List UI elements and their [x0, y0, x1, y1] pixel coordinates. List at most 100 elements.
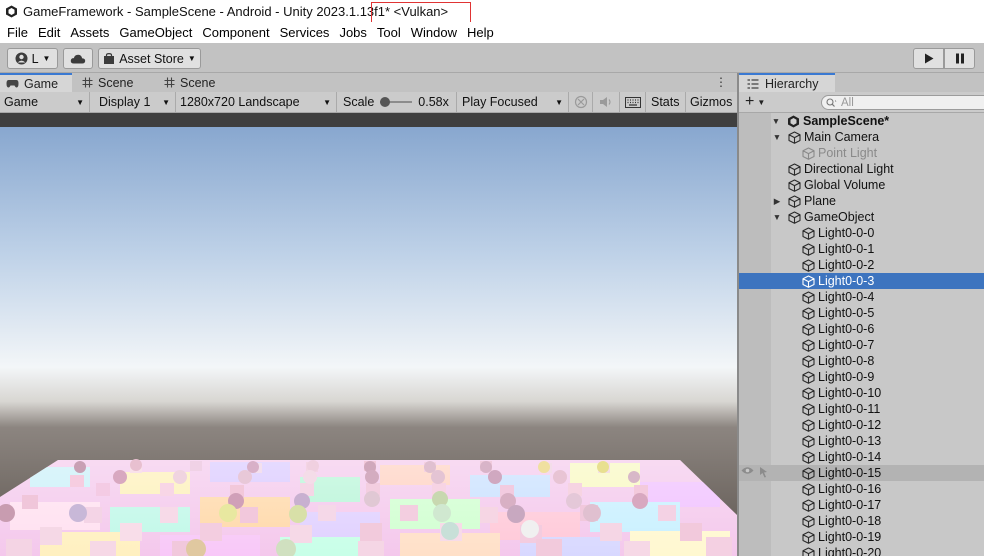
- play-icon: [924, 53, 934, 64]
- hierarchy-item[interactable]: Light0-0-8: [739, 353, 984, 369]
- hierarchy-item[interactable]: Light0-0-7: [739, 337, 984, 353]
- hierarchy-item[interactable]: Light0-0-11: [739, 401, 984, 417]
- gameobject-cube-icon: [787, 130, 801, 144]
- hierarchy-item[interactable]: Light0-0-14: [739, 449, 984, 465]
- hierarchy-toolbar: + ▼ All: [739, 92, 984, 113]
- gameobject-cube-icon: [787, 162, 801, 176]
- hierarchy-item-label: Global Volume: [804, 178, 886, 192]
- hierarchy-item[interactable]: Directional Light: [739, 161, 984, 177]
- menu-edit[interactable]: Edit: [33, 25, 65, 40]
- hierarchy-item[interactable]: Light0-0-17: [739, 497, 984, 513]
- hierarchy-item-label: Light0-0-12: [818, 418, 882, 432]
- hierarchy-item[interactable]: Light0-0-6: [739, 321, 984, 337]
- pause-icon: [955, 53, 965, 64]
- menu-window[interactable]: Window: [406, 25, 462, 40]
- hierarchy-item[interactable]: Light0-0-5: [739, 305, 984, 321]
- speaker-icon: [599, 96, 613, 108]
- menu-jobs[interactable]: Jobs: [334, 25, 371, 40]
- tab-scene[interactable]: Scene: [76, 73, 160, 92]
- create-dropdown[interactable]: + ▼: [745, 93, 765, 111]
- view-mode-value: Game: [4, 95, 39, 109]
- keyboard-shortcuts-button[interactable]: [620, 92, 646, 112]
- scale-control: Scale 0.58x: [337, 92, 457, 112]
- hierarchy-item[interactable]: Light0-0-20: [739, 545, 984, 556]
- chevron-down-icon: ▼: [42, 54, 51, 63]
- asset-store-dropdown[interactable]: Asset Store ▼: [98, 48, 201, 69]
- resolution-dropdown[interactable]: 1280x720 Landscape ▼: [176, 92, 337, 112]
- frame-debugger-button[interactable]: [569, 92, 593, 112]
- tab-hierarchy[interactable]: Hierarchy: [739, 73, 835, 93]
- tab-scene-2[interactable]: Scene: [158, 73, 242, 92]
- hierarchy-item[interactable]: Light0-0-18: [739, 513, 984, 529]
- hierarchy-item-label: Light0-0-11: [818, 402, 881, 416]
- display-dropdown[interactable]: Display 1 ▼: [90, 92, 176, 112]
- scale-value: 0.58x: [418, 95, 449, 109]
- menu-help[interactable]: Help: [462, 25, 499, 40]
- hierarchy-item-label: Light0-0-9: [818, 370, 875, 384]
- visibility-toggle[interactable]: [741, 466, 770, 478]
- menu-component[interactable]: Component: [197, 25, 274, 40]
- hierarchy-item[interactable]: Light0-0-15: [739, 465, 984, 481]
- menu-services[interactable]: Services: [275, 25, 335, 40]
- hierarchy-item[interactable]: Light0-0-2: [739, 257, 984, 273]
- hierarchy-item[interactable]: ▼ GameObject: [739, 209, 984, 225]
- hierarchy-item-label: Light0-0-2: [818, 258, 875, 272]
- hierarchy-item[interactable]: ▼ Main Camera: [739, 129, 984, 145]
- game-controller-icon: [6, 79, 19, 88]
- hierarchy-item[interactable]: Point Light: [739, 145, 984, 161]
- list-icon: [747, 79, 759, 89]
- hierarchy-item[interactable]: Light0-0-4: [739, 289, 984, 305]
- hierarchy-item[interactable]: ▶ Plane: [739, 193, 984, 209]
- chevron-down-icon: ▼: [76, 98, 84, 107]
- menu-assets[interactable]: Assets: [65, 25, 114, 40]
- hierarchy-item-label: Light0-0-6: [818, 322, 875, 336]
- hierarchy-item[interactable]: Light0-0-12: [739, 417, 984, 433]
- view-mode-dropdown[interactable]: Game ▼: [0, 92, 90, 112]
- hierarchy-item[interactable]: Light0-0-13: [739, 433, 984, 449]
- expand-arrow-icon[interactable]: ▼: [772, 132, 782, 142]
- pick-hand-icon[interactable]: [758, 466, 770, 478]
- collapse-arrow-icon[interactable]: ▶: [772, 196, 782, 207]
- asset-store-label: Asset Store: [119, 51, 184, 66]
- gameobject-cube-icon: [801, 306, 815, 320]
- gameobject-cube-icon: [787, 210, 801, 224]
- stats-button[interactable]: Stats: [646, 92, 686, 112]
- scale-slider-thumb[interactable]: [380, 97, 391, 107]
- gameobject-cube-icon: [801, 370, 815, 384]
- eye-icon[interactable]: [741, 466, 754, 478]
- scene-row[interactable]: ▼ SampleScene*: [739, 113, 984, 129]
- gameobject-cube-icon: [801, 386, 815, 400]
- mute-audio-button[interactable]: [593, 92, 620, 112]
- chevron-down-icon: ▼: [757, 97, 766, 107]
- expand-arrow-icon[interactable]: ▼: [771, 116, 781, 126]
- hierarchy-search-field[interactable]: All: [821, 95, 984, 110]
- annotation-highlight-box: [371, 2, 471, 23]
- expand-arrow-icon[interactable]: ▼: [772, 212, 782, 222]
- pause-button[interactable]: [944, 48, 975, 69]
- game-viewport[interactable]: [0, 113, 737, 556]
- cloud-button[interactable]: [63, 48, 93, 69]
- hierarchy-item[interactable]: Light0-0-9: [739, 369, 984, 385]
- hierarchy-item[interactable]: Light0-0-0: [739, 225, 984, 241]
- game-render: [0, 127, 737, 556]
- tab-game[interactable]: Game: [0, 73, 72, 92]
- menu-file[interactable]: File: [2, 25, 33, 40]
- panel-menu-icon[interactable]: ⋮: [715, 75, 727, 89]
- hierarchy-item[interactable]: Light0-0-19: [739, 529, 984, 545]
- play-mode-dropdown[interactable]: Play Focused ▼: [457, 92, 569, 112]
- hierarchy-item[interactable]: Light0-0-3: [739, 273, 984, 289]
- hierarchy-item[interactable]: Light0-0-16: [739, 481, 984, 497]
- hierarchy-item[interactable]: Light0-0-10: [739, 385, 984, 401]
- gizmos-button[interactable]: Gizmos: [686, 92, 737, 112]
- hierarchy-item-label: Light0-0-16: [818, 482, 882, 496]
- hierarchy-item[interactable]: Light0-0-1: [739, 241, 984, 257]
- gameobject-cube-icon: [801, 546, 815, 556]
- scale-slider[interactable]: [380, 97, 413, 107]
- hierarchy-item-label: Light0-0-1: [818, 242, 875, 256]
- hierarchy-item[interactable]: Global Volume: [739, 177, 984, 193]
- menu-tool[interactable]: Tool: [372, 25, 406, 40]
- menu-gameobject[interactable]: GameObject: [114, 25, 197, 40]
- play-button[interactable]: [913, 48, 944, 69]
- account-dropdown[interactable]: L ▼: [7, 48, 58, 69]
- chevron-down-icon: ▼: [162, 98, 170, 107]
